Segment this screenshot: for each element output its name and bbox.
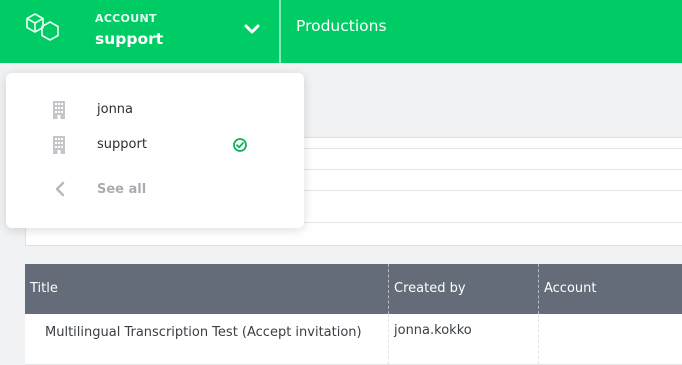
account-option-label: support: [97, 137, 147, 152]
column-separator: [388, 314, 389, 364]
check-circle-icon: [233, 138, 247, 152]
building-icon: [53, 101, 65, 119]
see-all-label: See all: [97, 182, 147, 197]
row-title[interactable]: Multilingual Transcription Test (Accept …: [45, 325, 362, 340]
column-separator: [538, 314, 539, 364]
table-header: Title Created by Account: [25, 264, 682, 314]
see-all-accounts[interactable]: See all: [6, 173, 304, 207]
current-account-name: support: [95, 30, 164, 48]
topbar-divider: [279, 0, 281, 63]
nav-productions[interactable]: Productions: [296, 17, 387, 35]
building-icon: [53, 136, 65, 154]
account-switcher[interactable]: ACCOUNT support: [0, 0, 279, 63]
account-dropdown: jonna support See all: [6, 73, 304, 228]
row-created-by: jonna.kokko: [394, 323, 472, 338]
chevron-down-icon[interactable]: [244, 23, 260, 35]
productions-table: Title Created by Account Multilingual Tr…: [25, 264, 682, 365]
column-separator: [538, 264, 539, 314]
account-option-jonna[interactable]: jonna: [6, 93, 304, 127]
column-separator: [388, 264, 389, 314]
account-option-support[interactable]: support: [6, 128, 304, 162]
column-header-account[interactable]: Account: [544, 264, 597, 314]
chevron-left-icon: [55, 181, 65, 197]
hexagon-cubes-logo-icon: [26, 13, 59, 41]
table-row[interactable]: Multilingual Transcription Test (Accept …: [25, 314, 682, 365]
column-header-title[interactable]: Title: [30, 264, 58, 314]
top-bar: ACCOUNT support Productions: [0, 0, 682, 63]
account-option-label: jonna: [97, 102, 134, 117]
account-label: ACCOUNT: [95, 12, 157, 25]
column-header-created-by[interactable]: Created by: [394, 264, 466, 314]
